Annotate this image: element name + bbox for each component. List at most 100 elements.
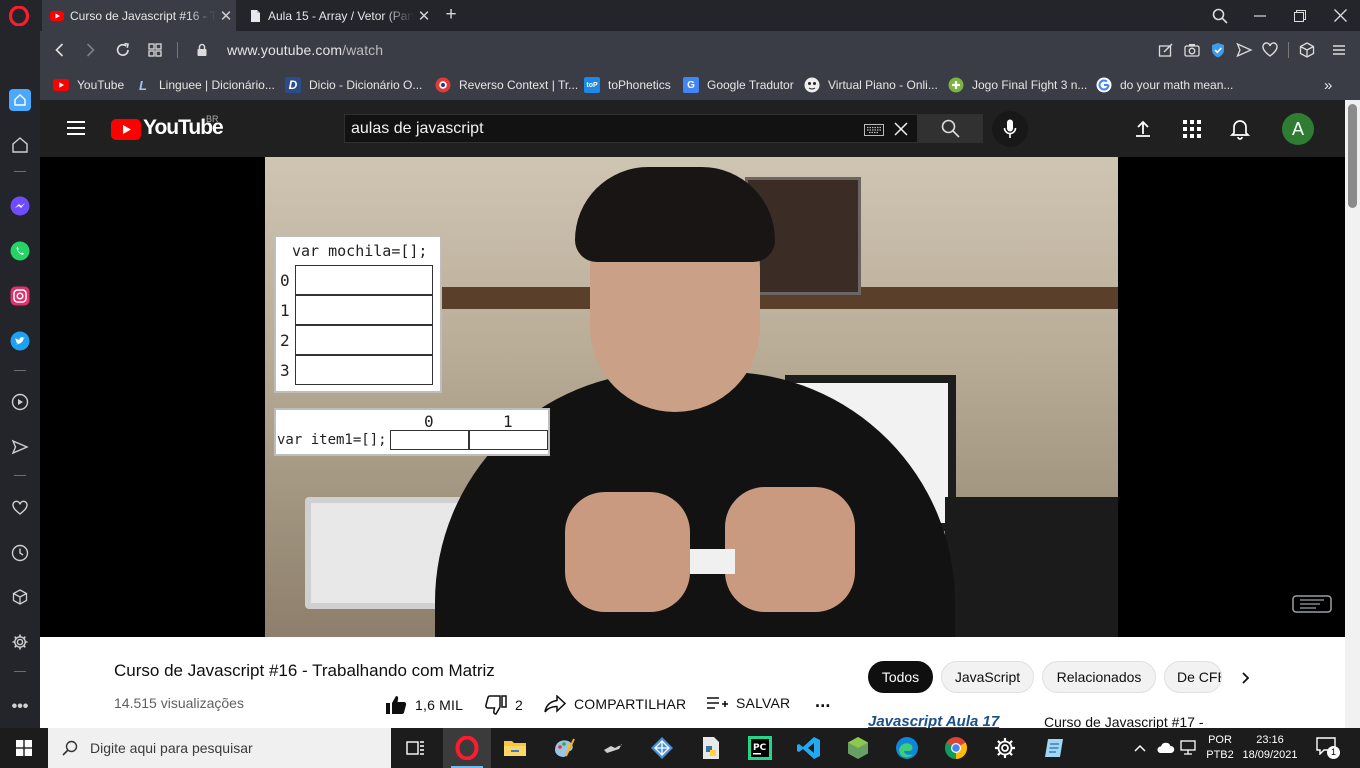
close-window-button[interactable]: [1320, 0, 1360, 31]
chip-javascript[interactable]: JavaScript: [941, 661, 1034, 693]
extensions-cube-icon[interactable]: [1297, 40, 1317, 60]
tab-search-button[interactable]: [1200, 0, 1240, 31]
taskbar-file-explorer[interactable]: [491, 728, 539, 768]
notifications-bell-icon[interactable]: [1230, 118, 1250, 140]
bookmarks-more-button[interactable]: »: [1324, 76, 1332, 94]
upload-icon[interactable]: [1133, 119, 1153, 139]
restore-button[interactable]: [1280, 0, 1320, 31]
tab-close-icon[interactable]: ✕: [216, 7, 236, 25]
sidebar-settings[interactable]: [9, 631, 31, 653]
document-favicon-icon: [251, 9, 260, 22]
taskbar-search-box[interactable]: Digite aqui para pesquisar: [48, 728, 391, 768]
tab-close-icon[interactable]: ✕: [414, 7, 434, 25]
share-button[interactable]: COMPARTILHAR: [544, 695, 686, 713]
sidebar-instagram[interactable]: [9, 285, 31, 307]
bookmark-dicio[interactable]: D Dicio - Dicionário O...: [285, 76, 422, 94]
bookmark-linguee[interactable]: L Linguee | Dicionário...: [135, 76, 275, 94]
video-person-hand: [725, 487, 855, 612]
taskbar-nodejs[interactable]: [834, 728, 882, 768]
chevron-right-icon[interactable]: [1239, 671, 1253, 685]
bookmark-google-tradutor[interactable]: G Google Tradutor: [683, 76, 794, 94]
sidebar-bookmarks[interactable]: [9, 497, 31, 519]
reload-icon[interactable]: [113, 40, 133, 60]
sidebar-twitter[interactable]: [9, 330, 31, 352]
sidebar-flow[interactable]: [9, 436, 31, 458]
sidebar-feed[interactable]: [9, 134, 31, 156]
taskbar-paint[interactable]: [540, 728, 588, 768]
clear-search-icon[interactable]: [894, 122, 908, 136]
voice-search-button[interactable]: [992, 111, 1028, 147]
taskbar-settings[interactable]: [981, 728, 1029, 768]
youtube-logo-icon[interactable]: [111, 119, 141, 140]
apps-grid-icon[interactable]: [1182, 119, 1202, 139]
tab-inactive[interactable]: Aula 15 - Array / Vetor (Parte 1) ✕: [240, 0, 434, 31]
sidebar-whatsapp[interactable]: [9, 240, 31, 262]
chip-de-cfb[interactable]: De CFB: [1164, 661, 1222, 693]
save-button[interactable]: SALVAR: [706, 695, 790, 711]
taskbar-opera[interactable]: [443, 728, 491, 768]
bookmark-google[interactable]: do your math mean...: [1096, 76, 1233, 94]
taskbar-notepad[interactable]: [1030, 728, 1078, 768]
menu-lines-icon[interactable]: [1329, 40, 1349, 60]
share-edit-icon[interactable]: [1156, 40, 1176, 60]
video-frame[interactable]: var mochila=[]; 0 1 2 3 0 1 var item1=[]…: [265, 157, 1118, 637]
taskbar-chrome[interactable]: [932, 728, 980, 768]
bookmark-virtual-piano[interactable]: Virtual Piano - Onli...: [804, 76, 938, 94]
forward-icon[interactable]: [80, 40, 100, 60]
bookmark-tophonetics[interactable]: toP toPhonetics: [584, 76, 671, 94]
taskbar-edge[interactable]: [883, 728, 931, 768]
sidebar-history[interactable]: [9, 542, 31, 564]
chevron-up-icon[interactable]: [1133, 742, 1147, 754]
paint-palette-icon: [555, 738, 575, 757]
heart-icon[interactable]: [1260, 40, 1280, 60]
taskbar-app-gecko[interactable]: [589, 728, 637, 768]
lock-icon[interactable]: [192, 40, 212, 60]
taskbar-pycharm[interactable]: PC: [736, 728, 784, 768]
camera-icon[interactable]: [1182, 40, 1202, 60]
url-field[interactable]: www.youtube.com/watch: [227, 42, 383, 58]
python-file-icon: [703, 737, 719, 759]
minimize-button[interactable]: [1240, 0, 1280, 31]
hamburger-menu-icon[interactable]: [66, 120, 86, 136]
bookmark-youtube[interactable]: YouTube: [53, 76, 124, 94]
back-icon[interactable]: [50, 40, 70, 60]
taskbar-python-file[interactable]: [687, 728, 735, 768]
related-video-title[interactable]: Curso de Javascript #17 -: [1044, 714, 1204, 728]
bookmark-final-fight[interactable]: Jogo Final Fight 3 n...: [948, 76, 1087, 94]
sidebar-more-icon[interactable]: •••: [9, 696, 31, 718]
search-button[interactable]: [918, 114, 983, 143]
onedrive-cloud-icon[interactable]: [1155, 741, 1175, 755]
search-input[interactable]: [345, 115, 851, 142]
more-actions-button[interactable]: ...: [815, 691, 831, 712]
related-video-thumbnail[interactable]: Javascript Aula 17: [868, 713, 1036, 728]
channel-watermark-icon[interactable]: [1292, 593, 1332, 615]
page-scrollbar[interactable]: [1345, 100, 1360, 728]
bookmark-reverso[interactable]: Reverso Context | Tr...: [435, 76, 578, 94]
system-clock[interactable]: 23:16 18/09/2021: [1238, 733, 1302, 763]
opera-logo-icon[interactable]: [9, 6, 29, 26]
speed-dial-grid-icon[interactable]: [145, 40, 165, 60]
dislike-button[interactable]: 2: [485, 695, 523, 715]
like-button[interactable]: 1,6 MIL: [385, 695, 463, 715]
new-tab-button[interactable]: +: [441, 4, 461, 26]
tab-active[interactable]: Curso de Javascript #16 - Trabalhando co…: [42, 0, 236, 31]
send-icon[interactable]: [1234, 40, 1254, 60]
adblock-shield-icon[interactable]: [1208, 40, 1228, 60]
sidebar-extensions[interactable]: [9, 586, 31, 608]
chip-todos[interactable]: Todos: [868, 661, 933, 693]
keyboard-icon[interactable]: [864, 124, 884, 136]
video-player[interactable]: var mochila=[]; 0 1 2 3 0 1 var item1=[]…: [40, 157, 1345, 637]
language-indicator[interactable]: POR PTB2: [1204, 733, 1236, 763]
account-avatar[interactable]: A: [1282, 113, 1314, 145]
taskbar-vscode[interactable]: [785, 728, 833, 768]
chip-relacionados[interactable]: Relacionados: [1042, 661, 1156, 693]
sidebar-messenger[interactable]: [9, 195, 31, 217]
task-view-button[interactable]: [392, 728, 440, 768]
scrollbar-thumb[interactable]: [1348, 104, 1357, 208]
start-button[interactable]: [0, 728, 48, 768]
network-icon[interactable]: [1180, 740, 1198, 756]
notification-center-button[interactable]: 1: [1316, 737, 1340, 759]
sidebar-player[interactable]: [9, 391, 31, 413]
sidebar-speed-dial[interactable]: [9, 89, 31, 111]
taskbar-app-network[interactable]: [638, 728, 686, 768]
